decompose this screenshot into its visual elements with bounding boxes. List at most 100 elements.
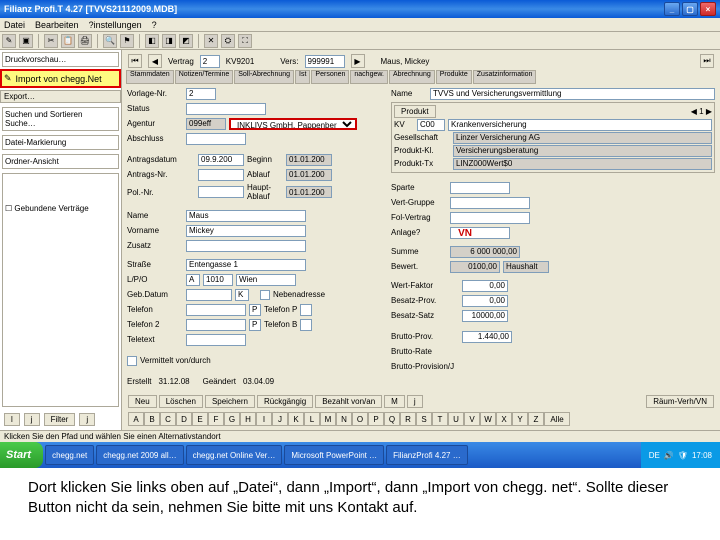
alpha-btn[interactable]: D xyxy=(176,412,192,426)
toolbar-icon[interactable]: ⛶ xyxy=(238,34,252,48)
tel2-r[interactable] xyxy=(249,319,261,331)
bezahlt-button[interactable]: Bezahlt von/an xyxy=(315,395,382,408)
alpha-btn[interactable]: W xyxy=(480,412,496,426)
alpha-btn[interactable]: B xyxy=(144,412,160,426)
taskbar-item[interactable]: chegg.net xyxy=(45,445,94,465)
besprov-field[interactable] xyxy=(462,295,508,307)
alpha-btn[interactable]: V xyxy=(464,412,480,426)
minimize-button[interactable]: _ xyxy=(664,2,680,16)
lpo-b[interactable] xyxy=(203,274,233,286)
tab-produkte[interactable]: Produkte xyxy=(436,70,472,84)
toolbar-icon[interactable]: ◨ xyxy=(162,34,176,48)
nav-first-icon[interactable]: ⏮ xyxy=(128,54,142,68)
vermittelt-checkbox[interactable] xyxy=(127,356,137,366)
tel1-field[interactable] xyxy=(186,304,246,316)
tab-soll[interactable]: Soll-Abrechnung xyxy=(234,70,294,84)
alpha-btn[interactable]: H xyxy=(240,412,256,426)
lpo-c[interactable] xyxy=(236,274,296,286)
nav-last-icon[interactable]: ⏭ xyxy=(700,54,714,68)
sidebar-item[interactable]: Suche… xyxy=(5,119,116,128)
vertrag-field[interactable] xyxy=(200,55,220,68)
toolbar-icon[interactable]: ◧ xyxy=(145,34,159,48)
name-line-field[interactable] xyxy=(430,88,715,100)
sparte-field[interactable] xyxy=(450,182,510,194)
toolbar-icon[interactable]: 📋 xyxy=(61,34,75,48)
prodkl-field[interactable] xyxy=(453,145,712,157)
menu-help[interactable]: ? xyxy=(152,20,157,30)
maximize-button[interactable]: ▢ xyxy=(682,2,698,16)
agentur-field[interactable] xyxy=(186,118,226,130)
bessatz-field[interactable] xyxy=(462,310,508,322)
loeschen-button[interactable]: Löschen xyxy=(159,395,203,408)
wertfaktor-field[interactable] xyxy=(462,280,508,292)
name-field[interactable] xyxy=(186,210,306,222)
abschluss-field[interactable] xyxy=(186,133,246,145)
taskbar-item[interactable]: chegg.net Online Ver… xyxy=(186,445,283,465)
sidebar-item[interactable]: Suchen und Sortieren xyxy=(5,110,116,119)
geb-field[interactable] xyxy=(186,289,232,301)
alpha-btn[interactable]: F xyxy=(208,412,224,426)
nav-next-icon[interactable]: ▶ xyxy=(351,54,365,68)
tel3-field[interactable] xyxy=(186,334,246,346)
toolbar-icon[interactable]: ▣ xyxy=(19,34,33,48)
sidebar-open-item[interactable]: Druckvorschau… xyxy=(2,52,119,67)
alpha-btn[interactable]: T xyxy=(432,412,448,426)
vorlage-field[interactable] xyxy=(186,88,216,100)
toolbar-icon[interactable]: 🔍 xyxy=(103,34,117,48)
alpha-btn[interactable]: P xyxy=(368,412,384,426)
rueckgaengig-button[interactable]: Rückgängig xyxy=(257,395,313,408)
sidebar-btn[interactable]: l xyxy=(4,413,20,426)
tel1-r[interactable] xyxy=(249,304,261,316)
vertgruppe-field[interactable] xyxy=(450,197,530,209)
polnr-field[interactable] xyxy=(198,186,244,198)
j-button[interactable]: j xyxy=(407,395,423,408)
alpha-btn[interactable]: A xyxy=(128,412,144,426)
geb-k[interactable] xyxy=(235,289,249,301)
neben-checkbox[interactable] xyxy=(260,290,270,300)
ablauf-field[interactable] xyxy=(286,169,332,181)
alpha-btn[interactable]: C xyxy=(160,412,176,426)
alpha-btn[interactable]: G xyxy=(224,412,240,426)
alpha-btn[interactable]: N xyxy=(336,412,352,426)
menu-bearbeiten[interactable]: Bearbeiten xyxy=(35,20,79,30)
alpha-btn[interactable]: X xyxy=(496,412,512,426)
alpha-btn[interactable]: Y xyxy=(512,412,528,426)
toolbar-icon[interactable]: ✕ xyxy=(204,34,218,48)
antragsdatum-field[interactable] xyxy=(198,154,244,166)
brprov-field[interactable] xyxy=(462,331,512,343)
alpha-btn[interactable]: L xyxy=(304,412,320,426)
alpha-btn[interactable]: R xyxy=(400,412,416,426)
alpha-btn[interactable]: U xyxy=(448,412,464,426)
tel2-field[interactable] xyxy=(186,319,246,331)
speichern-button[interactable]: Speichern xyxy=(205,395,255,408)
neu-button[interactable]: Neu xyxy=(128,395,157,408)
beginn-field[interactable] xyxy=(286,154,332,166)
kv-t[interactable] xyxy=(448,119,712,131)
bewert-unit[interactable] xyxy=(503,261,549,273)
zusatz-field[interactable] xyxy=(186,240,306,252)
tab-personen[interactable]: Personen xyxy=(311,70,349,84)
tab-notizen[interactable]: Notizen/Termine xyxy=(175,70,234,84)
tray-icon[interactable]: 🛡 xyxy=(678,451,688,460)
tab-ist[interactable]: Ist xyxy=(295,70,310,84)
import-chegg-button[interactable]: ✎ Import von chegg.Net xyxy=(0,69,121,88)
taskbar-item[interactable]: FilianzProfi 4.27 … xyxy=(386,445,468,465)
toolbar-icon[interactable]: ✎ xyxy=(2,34,16,48)
alpha-btn[interactable]: E xyxy=(192,412,208,426)
tray-icon[interactable]: 🔊 xyxy=(664,451,674,460)
taskbar-item[interactable]: chegg.net 2009 all… xyxy=(96,445,183,465)
alpha-btn[interactable]: K xyxy=(288,412,304,426)
alpha-btn[interactable]: S xyxy=(416,412,432,426)
ges-field[interactable] xyxy=(453,132,712,144)
agentur-dropdown[interactable]: INKLIVS GmbH, Pappenbergstr. xyxy=(229,118,357,130)
sidebar-item[interactable]: Datei-Markierung xyxy=(5,138,116,147)
menu-einstellungen[interactable]: ?instellungen xyxy=(89,20,142,30)
vers-field[interactable] xyxy=(305,55,345,68)
start-button[interactable]: Start xyxy=(0,442,43,468)
vorname-field[interactable] xyxy=(186,225,306,237)
alpha-btn[interactable]: I xyxy=(256,412,272,426)
toolbar-icon[interactable]: 🖨 xyxy=(78,34,92,48)
menu-datei[interactable]: Datei xyxy=(4,20,25,30)
m-button[interactable]: M xyxy=(384,395,405,408)
produkt-nav[interactable]: ◀ 1 ▶ xyxy=(691,107,712,116)
